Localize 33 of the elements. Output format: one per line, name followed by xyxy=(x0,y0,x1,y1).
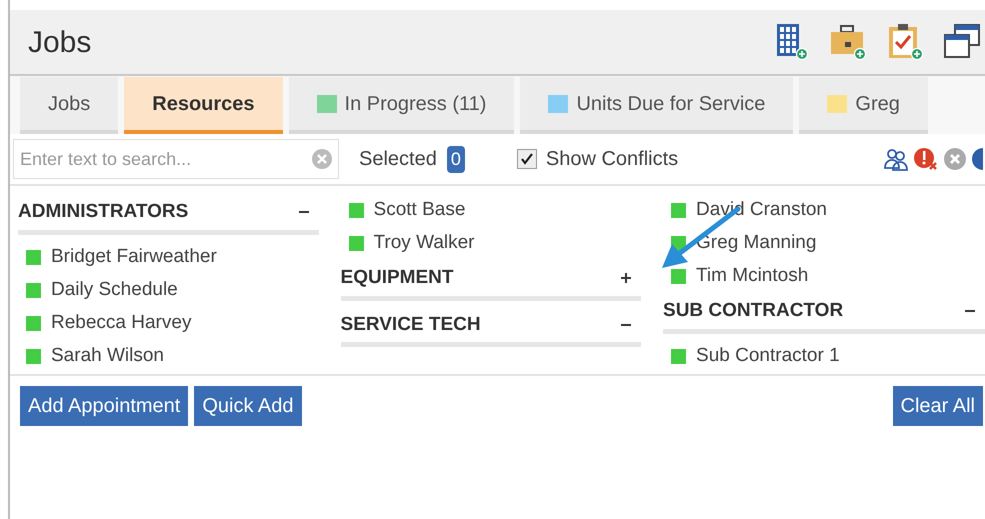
clipboard-check-add-icon[interactable] xyxy=(887,22,925,62)
selected-label: Selected xyxy=(359,147,437,172)
alert-remove-icon[interactable] xyxy=(913,146,939,172)
resource-name[interactable]: Troy Walker xyxy=(374,229,474,258)
briefcase-add-icon[interactable] xyxy=(829,22,869,62)
group-header: ADMINISTRATORS xyxy=(18,200,188,224)
expand-icon[interactable] xyxy=(619,271,634,286)
group-header: SERVICE TECH xyxy=(340,312,481,336)
show-conflicts-label: Show Conflicts xyxy=(546,147,678,172)
resource-name[interactable]: Daily Schedule xyxy=(51,276,178,304)
window-title: Jobs xyxy=(28,24,92,60)
people-icon[interactable] xyxy=(883,146,909,172)
clear-all-button[interactable]: Clear All xyxy=(892,386,983,426)
show-conflicts-checkbox[interactable] xyxy=(516,149,537,169)
action-button[interactable]: Quick Add xyxy=(194,386,302,426)
windows-icon[interactable] xyxy=(943,23,981,61)
selected-count: 0 xyxy=(446,146,465,172)
search-field[interactable]: Enter text to search... xyxy=(13,139,339,179)
resource-name[interactable]: Tim Mcintosh xyxy=(696,262,808,291)
resource-name[interactable]: Sarah Wilson xyxy=(51,342,164,370)
action-button[interactable]: Add Appointment xyxy=(20,386,188,426)
tab[interactable]: Units Due for Service xyxy=(520,77,794,134)
tab[interactable]: In Progress (11) xyxy=(288,77,514,134)
group-header: EQUIPMENT xyxy=(340,266,454,290)
tab[interactable]: Jobs xyxy=(20,77,118,134)
tab[interactable]: Resources xyxy=(124,77,283,134)
resource-name[interactable]: Sub Contractor 1 xyxy=(696,342,840,370)
resource-name[interactable]: Bridget Fairweather xyxy=(51,242,217,272)
resource-name[interactable]: Scott Base xyxy=(374,196,466,225)
tab[interactable]: Greg xyxy=(799,77,928,134)
group-header: SUB CONTRACTOR xyxy=(663,299,844,323)
building-add-icon[interactable] xyxy=(775,22,811,62)
resource-name[interactable]: Rebecca Harvey xyxy=(51,308,192,338)
